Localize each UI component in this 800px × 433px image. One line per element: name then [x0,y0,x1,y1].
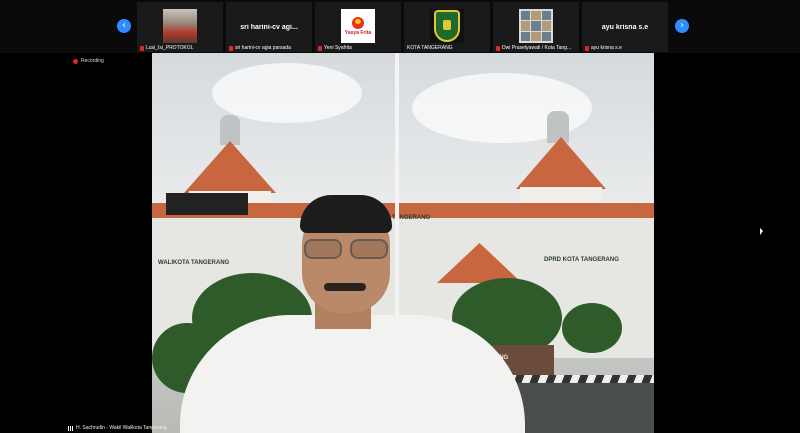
group-photo-icon [163,9,197,43]
participant-tile[interactable]: Lusi_Isi_PROTOKOL [137,2,223,52]
participant-name: Lusi_Isi_PROTOKOL [146,45,194,51]
participant-tile[interactable]: Yasya Frita Yeni Syafrita [315,2,401,52]
participant-tile[interactable]: ayu krisna s.e ayu krisna s.e [582,2,668,52]
mic-muted-icon [140,45,144,51]
participant-name: sri harini-cv agia parsada [235,45,291,51]
recording-label: Recording [81,58,104,64]
participant-display-name: sri harini-cv agi... [240,24,298,31]
chevron-left-icon: ‹ [122,20,126,31]
recording-indicator[interactable]: Recording [73,58,104,64]
photo-collage-icon [519,9,553,43]
participant-tile[interactable]: sri harini-cv agi... sri harini-cv agia … [226,2,312,52]
mic-muted-icon [229,45,233,51]
mic-muted-icon [318,45,322,51]
participant-tile[interactable]: KOTA TANGERANG [404,2,490,52]
next-page-button[interactable]: › [675,19,689,33]
participant-name: Yeni Syafrita [324,45,352,51]
signal-bars-icon [68,425,74,431]
mouse-cursor-icon [760,228,763,235]
speaker-person [152,53,654,433]
participant-name: ayu krisna s.e [591,45,622,51]
speaker-name: H. Sachrudin - Wakil Walikota Tangerang [76,425,167,431]
participant-name: Dwi Prasetyawati / Kota Tang... [502,45,572,51]
glasses [304,239,390,259]
speaker-name-tag: H. Sachrudin - Wakil Walikota Tangerang [68,425,167,431]
chevron-right-icon: › [680,20,684,31]
participant-strip: ‹ Lusi_Isi_PROTOKOL sri harini-cv agi...… [0,0,800,53]
yasya-frita-logo-icon: Yasya Frita [341,9,375,43]
participant-tile[interactable]: Dwi Prasetyawati / Kota Tang... [493,2,579,52]
white-shirt [180,315,525,433]
mic-muted-icon [585,45,589,51]
active-speaker-video[interactable]: TANGERANG WALIKOTA TANGERANG DPRD KOTA T… [152,53,654,433]
mic-muted-icon [496,45,500,51]
record-dot-icon [73,58,78,64]
city-crest-icon [430,9,464,43]
previous-page-button[interactable]: ‹ [117,19,131,33]
participant-name: KOTA TANGERANG [407,45,453,51]
participant-display-name: ayu krisna s.e [601,24,649,31]
